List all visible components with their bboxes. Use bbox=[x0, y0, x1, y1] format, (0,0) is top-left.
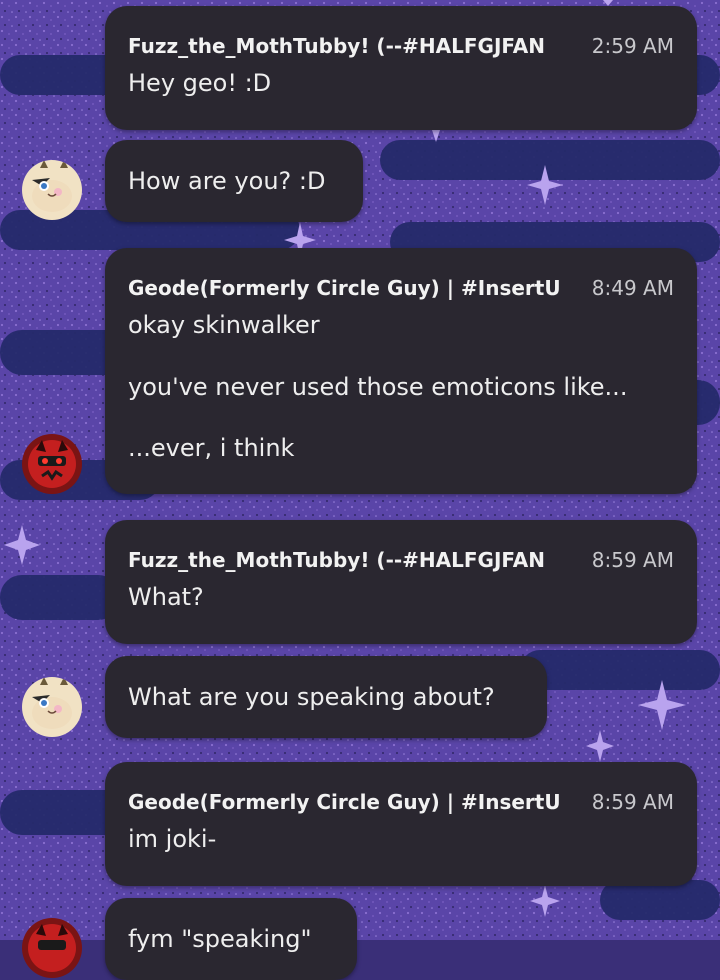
message-bubble[interactable]: Fuzz_the_MothTubby! (--#HALFGJFAN 8:59 A… bbox=[105, 520, 697, 644]
message-text: Hey geo! :D bbox=[128, 69, 272, 97]
message-text: im joki- bbox=[128, 825, 217, 853]
moth-avatar[interactable] bbox=[22, 160, 82, 220]
message-text: How are you? :D bbox=[128, 167, 326, 195]
message-text: fym "speaking" bbox=[128, 925, 312, 953]
message-text: What? bbox=[128, 583, 204, 611]
geode-avatar[interactable] bbox=[22, 918, 82, 978]
timestamp: 8:49 AM bbox=[591, 276, 674, 300]
message-bubble[interactable]: Geode(Formerly Circle Guy) | #InsertU 8:… bbox=[105, 762, 697, 886]
author-name[interactable]: Fuzz_the_MothTubby! (--#HALFGJFAN bbox=[128, 548, 545, 572]
geode-avatar-icon bbox=[22, 434, 82, 494]
author-name[interactable]: Geode(Formerly Circle Guy) | #InsertU bbox=[128, 276, 561, 300]
author-name[interactable]: Fuzz_the_MothTubby! (--#HALFGJFAN bbox=[128, 34, 545, 58]
message-bubble[interactable]: Fuzz_the_MothTubby! (--#HALFGJFAN 2:59 A… bbox=[105, 6, 697, 130]
geode-avatar-icon bbox=[22, 918, 82, 978]
message-text: What are you speaking about? bbox=[128, 683, 495, 711]
moth-avatar-icon bbox=[22, 677, 82, 737]
moth-avatar[interactable] bbox=[22, 677, 82, 737]
message-bubble[interactable]: Geode(Formerly Circle Guy) | #InsertU 8:… bbox=[105, 248, 697, 494]
message-bubble[interactable]: fym "speaking" bbox=[105, 898, 357, 980]
timestamp: 8:59 AM bbox=[591, 548, 674, 572]
message-text: ...ever, i think bbox=[128, 434, 295, 462]
message-text: okay skinwalker bbox=[128, 311, 320, 339]
author-name[interactable]: Geode(Formerly Circle Guy) | #InsertU bbox=[128, 790, 561, 814]
message-text: you've never used those emoticons like..… bbox=[128, 373, 628, 401]
geode-avatar[interactable] bbox=[22, 434, 82, 494]
message-bubble[interactable]: What are you speaking about? bbox=[105, 656, 547, 738]
timestamp: 8:59 AM bbox=[591, 790, 674, 814]
moth-avatar-icon bbox=[22, 160, 82, 220]
message-bubble[interactable]: How are you? :D bbox=[105, 140, 363, 222]
timestamp: 2:59 AM bbox=[591, 34, 674, 58]
